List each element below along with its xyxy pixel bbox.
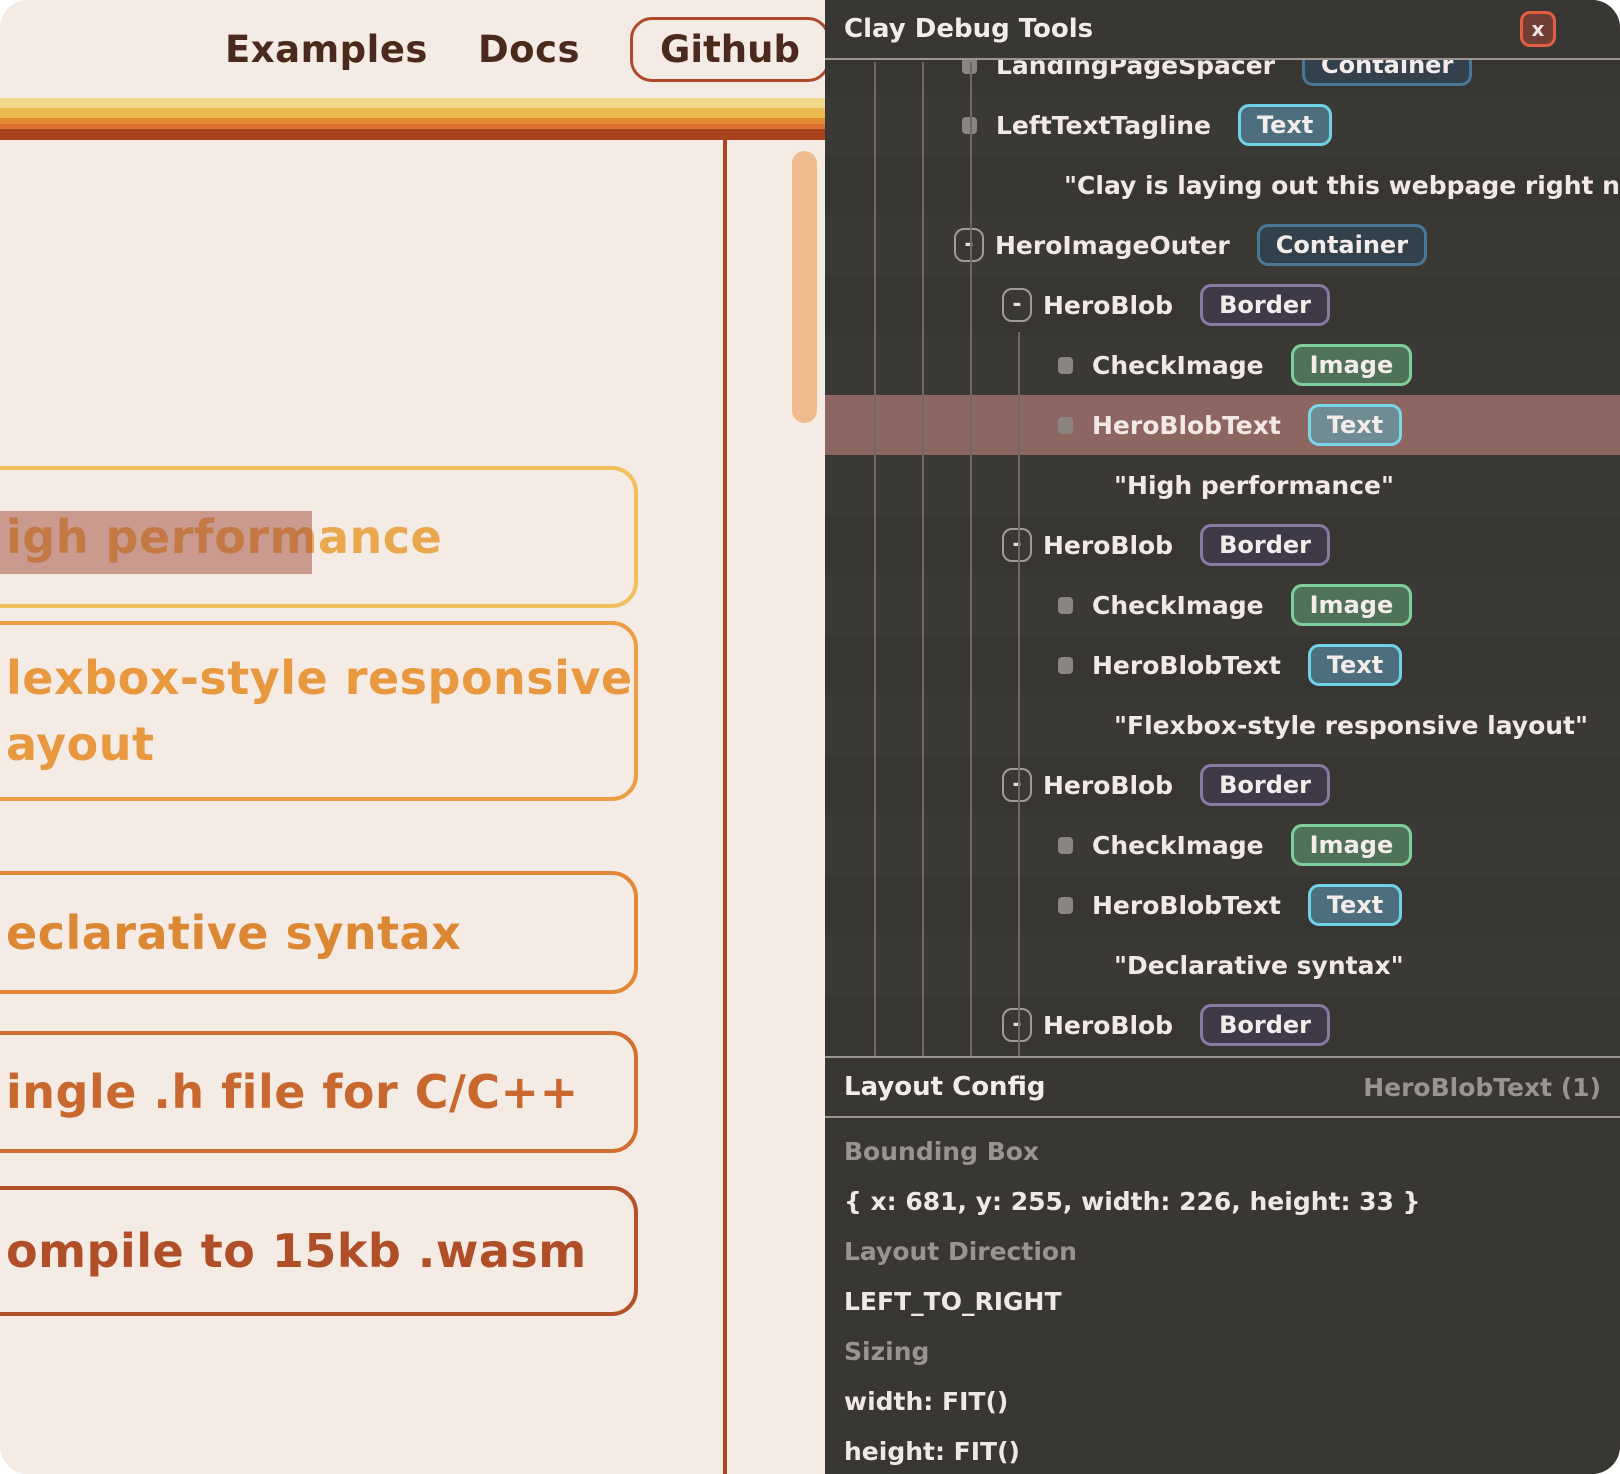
element-name: HeroBlob	[1043, 1011, 1173, 1040]
gradient-stripe	[0, 98, 826, 108]
feature-box: ompile to 15kb .wasm	[0, 1186, 638, 1316]
feature-box: eclarative syntax	[0, 871, 638, 994]
bullet-icon	[1058, 837, 1073, 854]
page-scrollbar-thumb[interactable]	[792, 151, 817, 423]
element-name: HeroBlobText	[1092, 891, 1281, 920]
collapse-button[interactable]: -	[1002, 288, 1032, 322]
tree-guide-line	[970, 62, 972, 1056]
bullet-icon	[1058, 597, 1073, 614]
bullet-icon	[1058, 657, 1073, 674]
github-button[interactable]: Github	[630, 17, 830, 82]
layout-config-title: Layout Config	[844, 1072, 1045, 1102]
tree-row[interactable]: -HeroImageOuter Container	[825, 215, 1620, 275]
element-name: HeroBlob	[1043, 771, 1173, 800]
element-name: CheckImage	[1092, 831, 1264, 860]
close-button[interactable]: x	[1520, 11, 1556, 47]
feature-box-text: ompile to 15kb .wasm	[0, 1218, 587, 1284]
layout-config-header: Layout Config HeroBlobText (1)	[825, 1056, 1620, 1118]
element-type-badge: Border	[1200, 524, 1330, 566]
config-value: { x: 681, y: 255, width: 226, height: 33…	[844, 1176, 1620, 1226]
navbar: Examples Docs Github	[225, 8, 830, 90]
webpage-preview: Examples Docs Github igh performancelexb…	[0, 0, 826, 1474]
nav-link-examples[interactable]: Examples	[225, 28, 428, 71]
element-name: HeroBlob	[1043, 531, 1173, 560]
element-name: CheckImage	[1092, 591, 1264, 620]
clay-debug-panel: LandingPageSpacerContainerLeftTextTaglin…	[825, 0, 1620, 1474]
feature-box-text: lexbox-style responsiveayout	[0, 645, 633, 777]
element-type-badge: Text	[1238, 104, 1332, 146]
element-type-badge: Image	[1291, 584, 1413, 626]
tree-row-string: "High performance"	[825, 455, 1620, 515]
collapse-button[interactable]: -	[1002, 528, 1032, 562]
page-vertical-divider	[723, 140, 727, 1474]
element-type-badge: Text	[1308, 644, 1402, 686]
config-label: Sizing	[844, 1326, 1620, 1376]
config-label: Bounding Box	[844, 1126, 1620, 1176]
bullet-icon	[1058, 357, 1073, 374]
gradient-stripe	[0, 108, 826, 118]
layout-config-body: Bounding Box{ x: 681, y: 255, width: 226…	[825, 1118, 1620, 1474]
config-label: Layout Direction	[844, 1226, 1620, 1276]
tree-row-string: "Declarative syntax"	[825, 935, 1620, 995]
debug-hover-highlight	[0, 511, 312, 574]
tree-row[interactable]: -HeroBlob Border	[825, 995, 1620, 1055]
tree-row-highlighted[interactable]: HeroBlobText Text	[825, 395, 1620, 455]
app-window: Examples Docs Github igh performancelexb…	[0, 0, 1620, 1474]
tree-row[interactable]: -HeroBlob Border	[825, 755, 1620, 815]
bullet-icon	[1058, 897, 1073, 914]
tree-row[interactable]: CheckImage Image	[825, 815, 1620, 875]
string-content: "Clay is laying out this webpage right n…	[1064, 171, 1620, 200]
element-name: HeroBlobText	[1092, 651, 1281, 680]
tree-guide-line	[1018, 332, 1020, 1056]
element-name: LeftTextTagline	[996, 111, 1211, 140]
tree-row[interactable]: -HeroBlob Border	[825, 515, 1620, 575]
tree-row[interactable]: HeroBlobText Text	[825, 635, 1620, 695]
gradient-stripe	[0, 129, 826, 140]
element-type-badge: Image	[1291, 344, 1413, 386]
gradient-stripe-bar	[0, 98, 826, 140]
feature-box-text: eclarative syntax	[0, 900, 461, 966]
element-name: HeroBlobText	[1092, 411, 1281, 440]
element-type-badge: Border	[1200, 284, 1330, 326]
tree-row[interactable]: -HeroBlob Border	[825, 275, 1620, 335]
element-name: HeroBlob	[1043, 291, 1173, 320]
feature-box: ingle .h file for C/C++	[0, 1031, 638, 1153]
config-value: height: FIT()	[844, 1426, 1620, 1474]
collapse-button[interactable]: -	[1002, 768, 1032, 802]
element-type-badge: Text	[1308, 404, 1402, 446]
selected-element-label: HeroBlobText (1)	[1363, 1073, 1601, 1102]
tree-row[interactable]: CheckImage Image	[825, 575, 1620, 635]
tree-row[interactable]: HeroBlobText Text	[825, 875, 1620, 935]
element-name: HeroImageOuter	[995, 231, 1230, 260]
debug-panel-title: Clay Debug Tools	[844, 14, 1093, 44]
nav-link-docs[interactable]: Docs	[478, 28, 580, 71]
collapse-button[interactable]: -	[1002, 1008, 1032, 1042]
string-content: "Declarative syntax"	[1114, 951, 1404, 980]
element-type-badge: Border	[1200, 764, 1330, 806]
string-content: "Flexbox-style responsive layout"	[1114, 711, 1588, 740]
bullet-icon	[1058, 417, 1073, 434]
tree-guide-line	[922, 62, 924, 1056]
element-type-badge: Container	[1257, 224, 1427, 266]
feature-box: lexbox-style responsiveayout	[0, 621, 638, 801]
config-value: LEFT_TO_RIGHT	[844, 1276, 1620, 1326]
debug-panel-header: Clay Debug Tools	[825, 0, 1620, 60]
collapse-button[interactable]: -	[954, 228, 984, 262]
element-type-badge: Text	[1308, 884, 1402, 926]
tree-row-string: "Clay is laying out this webpage right n…	[825, 155, 1620, 215]
tree-row-string: "Flexbox-style responsive layout"	[825, 695, 1620, 755]
tree-row[interactable]: CheckImage Image	[825, 335, 1620, 395]
string-content: "High performance"	[1114, 471, 1394, 500]
config-value: width: FIT()	[844, 1376, 1620, 1426]
tree-guide-line	[874, 62, 876, 1056]
feature-box-text: ingle .h file for C/C++	[0, 1059, 579, 1125]
element-type-badge: Border	[1200, 1004, 1330, 1046]
element-name: CheckImage	[1092, 351, 1264, 380]
element-tree: LandingPageSpacerContainerLeftTextTaglin…	[825, 35, 1620, 1055]
tree-row[interactable]: LeftTextTagline Text	[825, 95, 1620, 155]
element-type-badge: Image	[1291, 824, 1413, 866]
